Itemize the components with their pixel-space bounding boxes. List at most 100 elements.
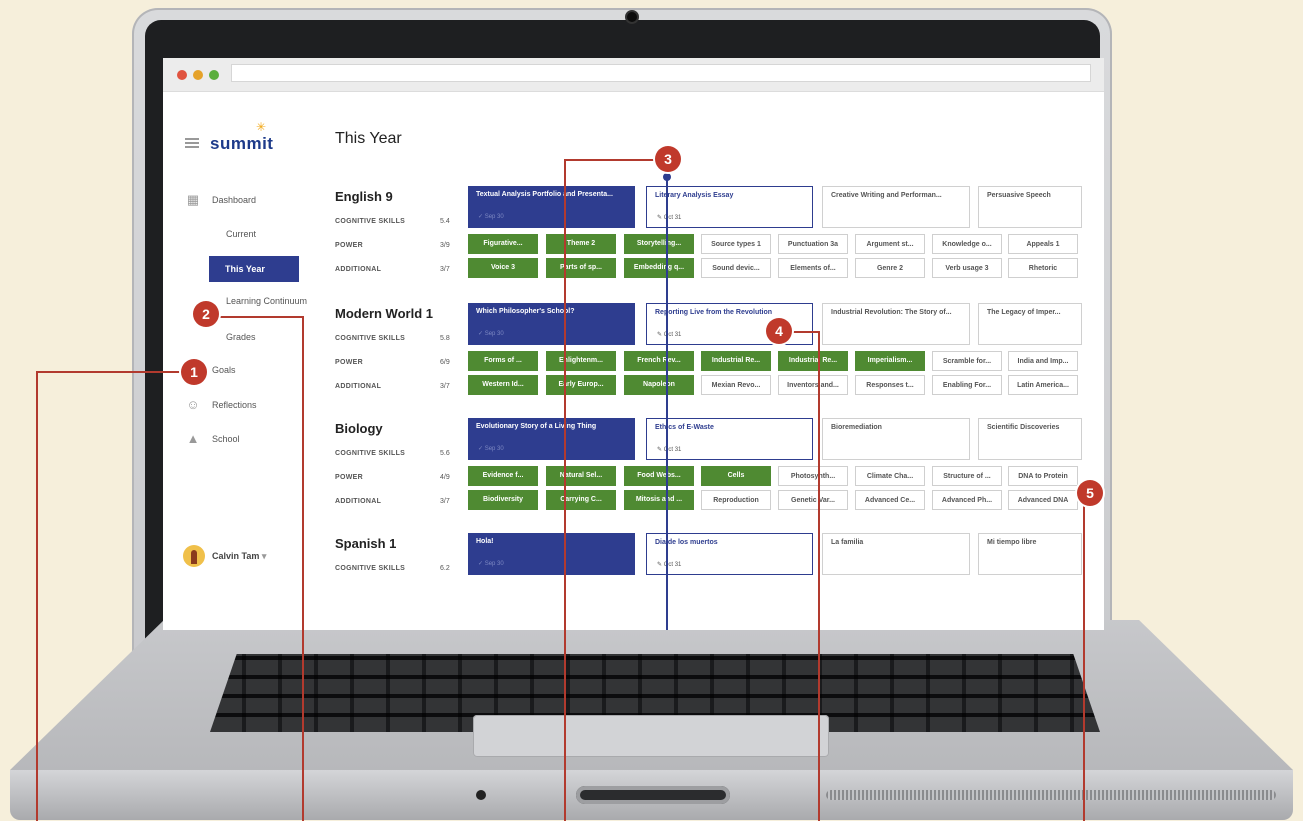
power-focus-area-chip[interactable]: Structure of ... [932, 466, 1002, 486]
laptop-base [10, 620, 1293, 820]
power-focus-area-chip[interactable]: Imperialism... [855, 351, 925, 371]
additional-focus-area-chip[interactable]: Embedding q... [624, 258, 694, 278]
project-due-date: ✓ Sep 30 [478, 561, 504, 567]
callout-1: 1 [181, 359, 207, 385]
project-due-date: ✎ Oct 31 [657, 215, 682, 221]
power-focus-area-chip[interactable]: Storytelling... [624, 234, 694, 254]
additional-focus-area-chip[interactable]: Early Europ... [546, 375, 616, 395]
additional-focus-area-chip[interactable]: Genre 2 [855, 258, 925, 278]
power-focus-area-chip[interactable]: Argument st... [855, 234, 925, 254]
power-focus-area-chip[interactable]: Scramble for... [932, 351, 1002, 371]
power-focus-area-chip[interactable]: Enlightenm... [546, 351, 616, 371]
project-title: Dia de los muertos [655, 539, 718, 546]
project-card[interactable]: Industrial Revolution: The Story of... [822, 303, 970, 345]
additional-focus-area-chip[interactable]: Reproduction [701, 490, 771, 510]
additional-focus-area-chip[interactable]: Advanced DNA [1008, 490, 1078, 510]
project-card[interactable]: Creative Writing and Performan... [822, 186, 970, 228]
power-focus-area-chip[interactable]: India and Imp... [1008, 351, 1078, 371]
project-card[interactable]: Which Philosopher's School? ✓ Sep 30 [468, 303, 635, 345]
power-focus-area-chip[interactable]: DNA to Protein [1008, 466, 1078, 486]
hamburger-menu-icon[interactable] [185, 138, 199, 148]
callout-5-leader [1083, 493, 1085, 821]
additional-focus-area-chip[interactable]: Western Id... [468, 375, 538, 395]
power-focus-area-chip[interactable]: Climate Cha... [855, 466, 925, 486]
project-title: Ethics of E-Waste [655, 424, 714, 431]
course-title[interactable]: English 9 [335, 189, 393, 204]
additional-focus-area-chip[interactable]: Advanced Ph... [932, 490, 1002, 510]
user-menu[interactable]: Calvin Tam ▾ [212, 551, 266, 562]
course-title[interactable]: Modern World 1 [335, 306, 433, 321]
project-card[interactable]: La familia [822, 533, 970, 575]
project-card[interactable]: Evolutionary Story of a Living Thing ✓ Se… [468, 418, 635, 460]
power-focus-area-chip[interactable]: Cells [701, 466, 771, 486]
power-focus-area-chip[interactable]: Industrial Re... [778, 351, 848, 371]
project-card[interactable]: Persuasive Speech [978, 186, 1082, 228]
disc-slot [576, 786, 730, 804]
additional-focus-area-chip[interactable]: Latin America... [1008, 375, 1078, 395]
maximize-window-icon[interactable] [209, 70, 219, 80]
additional-focus-area-chip[interactable]: Genetic Var... [778, 490, 848, 510]
graduation-cap-icon[interactable]: ▲ [186, 431, 200, 446]
additional-focus-area-chip[interactable]: Parts of sp... [546, 258, 616, 278]
power-focus-area-chip[interactable]: Forms of ... [468, 351, 538, 371]
additional-focus-area-chip[interactable]: Inventors and... [778, 375, 848, 395]
additional-focus-area-chip[interactable]: Rhetoric [1008, 258, 1078, 278]
webcam-icon [627, 12, 637, 22]
sidebar-item-grades[interactable]: Grades [226, 332, 256, 342]
power-focus-area-chip[interactable]: Photosynth... [778, 466, 848, 486]
project-card[interactable]: Hola! ✓ Sep 30 [468, 533, 635, 575]
power-focus-area-chip[interactable]: Evidence f... [468, 466, 538, 486]
row-score: 5.8 [440, 335, 450, 342]
additional-focus-area-chip[interactable]: Advanced Ce... [855, 490, 925, 510]
close-window-icon[interactable] [177, 70, 187, 80]
sidebar-item-goals[interactable]: Goals [212, 365, 236, 375]
power-focus-area-chip[interactable]: Food Webs... [624, 466, 694, 486]
additional-focus-area-chip[interactable]: Napoleon [624, 375, 694, 395]
power-focus-area-chip[interactable]: Appeals 1 [1008, 234, 1078, 254]
additional-focus-area-chip[interactable]: Sound devic... [701, 258, 771, 278]
dashboard-icon[interactable]: ▦ [186, 192, 200, 208]
power-focus-area-chip[interactable]: Source types 1 [701, 234, 771, 254]
additional-focus-area-chip[interactable]: Elements of... [778, 258, 848, 278]
summit-logo[interactable]: summit [210, 134, 273, 154]
sidebar-item-dashboard[interactable]: Dashboard [212, 195, 256, 205]
project-card[interactable]: Textual Analysis Portfolio and Presenta.… [468, 186, 635, 228]
project-card[interactable]: Bioremediation [822, 418, 970, 460]
power-focus-area-chip[interactable]: Punctuation 3a [778, 234, 848, 254]
power-focus-area-chip[interactable]: Figurative... [468, 234, 538, 254]
additional-focus-area-chip[interactable]: Carrying C... [546, 490, 616, 510]
additional-focus-area-chip[interactable]: Voice 3 [468, 258, 538, 278]
additional-focus-area-chip[interactable]: Mexian Revo... [701, 375, 771, 395]
power-focus-area-chip[interactable]: Theme 2 [546, 234, 616, 254]
smile-icon[interactable]: ☺ [186, 397, 200, 412]
project-card[interactable]: The Legacy of Imper... [978, 303, 1082, 345]
additional-focus-area-chip[interactable]: Mitosis and ... [624, 490, 694, 510]
additional-focus-area-chip[interactable]: Biodiversity [468, 490, 538, 510]
minimize-window-icon[interactable] [193, 70, 203, 80]
sidebar-item-learning-continuum[interactable]: Learning Continuum [226, 296, 307, 306]
power-focus-area-chip[interactable]: French Rev... [624, 351, 694, 371]
current-date-marker [663, 173, 671, 181]
callout-3-leader [564, 159, 566, 821]
row-label: POWER [335, 359, 363, 366]
sidebar-item-reflections[interactable]: Reflections [212, 400, 257, 410]
additional-focus-area-chip[interactable]: Responses t... [855, 375, 925, 395]
browser-toolbar [163, 58, 1104, 92]
sidebar-item-school[interactable]: School [212, 434, 240, 444]
project-card[interactable]: Dia de los muertos ✎ Oct 31 [646, 533, 813, 575]
avatar[interactable] [183, 545, 205, 567]
power-focus-area-chip[interactable]: Natural Sel... [546, 466, 616, 486]
additional-focus-area-chip[interactable]: Enabling For... [932, 375, 1002, 395]
project-card[interactable]: Scientific Discoveries [978, 418, 1082, 460]
power-focus-area-chip[interactable]: Knowledge o... [932, 234, 1002, 254]
course-title[interactable]: Biology [335, 421, 383, 436]
address-bar[interactable] [231, 64, 1091, 82]
course-title[interactable]: Spanish 1 [335, 536, 396, 551]
project-card[interactable]: Ethics of E-Waste ✎ Oct 31 [646, 418, 813, 460]
project-card[interactable]: Literary Analysis Essay ✎ Oct 31 [646, 186, 813, 228]
sidebar-item-this-year[interactable]: This Year [209, 256, 299, 282]
power-focus-area-chip[interactable]: Industrial Re... [701, 351, 771, 371]
sidebar-item-current[interactable]: Current [226, 229, 256, 239]
additional-focus-area-chip[interactable]: Verb usage 3 [932, 258, 1002, 278]
project-card[interactable]: Mi tiempo libre [978, 533, 1082, 575]
